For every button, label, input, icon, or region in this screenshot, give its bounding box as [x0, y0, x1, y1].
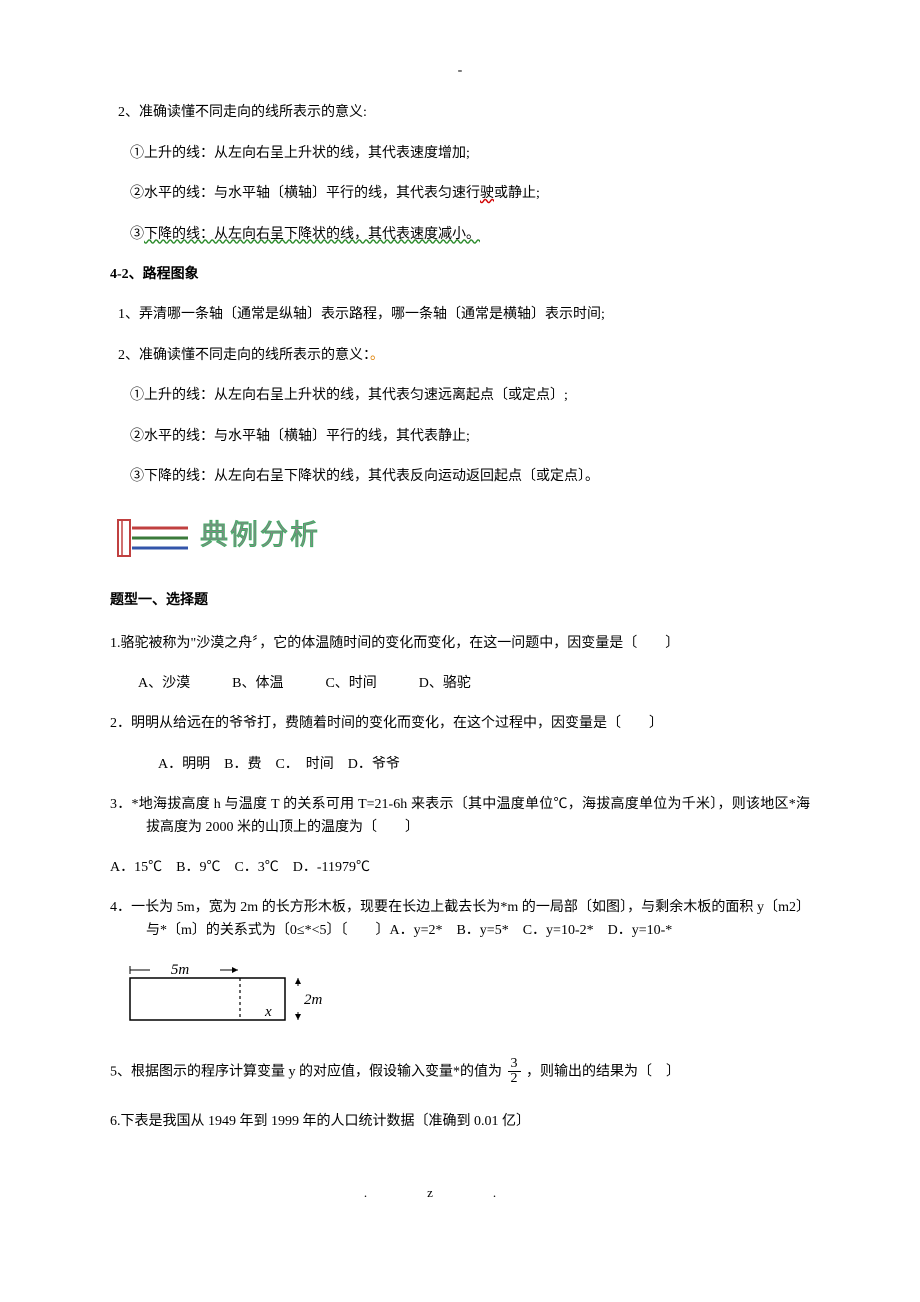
- question-4: 4．一长为 5m，宽为 2m 的长方形木板，现要在长边上截去长为*m 的一局部〔…: [110, 897, 810, 942]
- footer-z: z.: [427, 1185, 556, 1200]
- example-analysis-label: 典例分析: [200, 514, 320, 559]
- intro-sub-3: ③下降的线：从左向右呈下降状的线，其代表速度减小。: [110, 224, 810, 246]
- question-5-stem-a: 5、根据图示的程序计算变量 y 的对应值，假设输入变量*的值为: [110, 1064, 502, 1079]
- question-4-diagram: 5m x 2m: [120, 960, 810, 1038]
- header-dash: -: [110, 60, 810, 82]
- question-5-stem-b: ，则输出的结果为〔 〕: [526, 1064, 680, 1079]
- question-section-title: 题型一、选择题: [110, 590, 810, 612]
- page-footer: .z.: [110, 1183, 810, 1204]
- question-3: 3．*地海拔高度 h 与温度 T 的关系可用 T=21-6h 来表示〔其中温度单…: [110, 794, 810, 839]
- question-3-options: A．15℃ B．9℃ C．3℃ D．-11979℃: [110, 857, 810, 879]
- sec42-line-2a: 2、准确读懂不同走向的线所表示的意义：: [118, 348, 370, 363]
- sec42-line-2: 2、准确读懂不同走向的线所表示的意义：。: [110, 345, 810, 367]
- footer-dot-1: .: [364, 1185, 427, 1200]
- fraction-numerator: 3: [508, 1057, 521, 1073]
- diagram-label-x: x: [264, 1004, 272, 1020]
- diagram-label-2m: 2m: [304, 992, 323, 1008]
- question-5: 5、根据图示的程序计算变量 y 的对应值，假设输入变量*的值为 3 2 ，则输出…: [110, 1057, 810, 1087]
- sec42-line-1: 1、弄清哪一条轴〔通常是纵轴〕表示路程，哪一条轴〔通常是横轴〕表示时间;: [110, 304, 810, 326]
- question-6: 6.下表是我国从 1949 年到 1999 年的人口统计数据〔准确到 0.01 …: [110, 1111, 810, 1133]
- question-2-options: A．明明 B．费 C． 时间 D．爷爷: [158, 754, 810, 776]
- question-1: 1.骆驼被称为"沙漠之舟〞，它的体温随时间的变化而变化，在这一问题中，因变量是〔…: [110, 633, 810, 655]
- intro-sub-3a: ③: [130, 227, 144, 242]
- sec42-sub-3: ③下降的线：从左向右呈下降状的线，其代表反向运动返回起点〔或定点〕。: [110, 466, 810, 488]
- intro-sub-2-wavy: 驶: [480, 186, 494, 201]
- fraction-3-over-2: 3 2: [508, 1057, 521, 1087]
- fraction-denominator: 2: [508, 1072, 521, 1087]
- diagram-label-5m: 5m: [171, 962, 190, 978]
- sec42-sub-2: ②水平的线：与水平轴〔横轴〕平行的线，其代表静止;: [110, 426, 810, 448]
- question-2: 2．明明从给远在的爷爷打，费随着时间的变化而变化，在这个过程中，因变量是〔 〕: [110, 713, 810, 735]
- intro-sub-2c: 或静止;: [494, 186, 540, 201]
- intro-line-2: 2、准确读懂不同走向的线所表示的意义:: [110, 102, 810, 124]
- sec42-line-2-dot: 。: [370, 348, 384, 363]
- section-4-2-title: 4-2、路程图象: [110, 264, 810, 286]
- example-analysis-header: 典例分析: [110, 512, 810, 560]
- intro-sub-3-wavy: 下降的线：从左向右呈下降状的线，其代表速度减小。: [144, 227, 480, 242]
- question-1-options: A、沙漠 B、体温 C、时间 D、骆驼: [138, 673, 810, 695]
- sec42-sub-1: ①上升的线：从左向右呈上升状的线，其代表匀速远离起点〔或定点〕;: [110, 385, 810, 407]
- intro-sub-2: ②水平的线：与水平轴〔横轴〕平行的线，其代表匀速行驶或静止;: [110, 183, 810, 205]
- book-icon: [110, 512, 190, 560]
- intro-sub-1: ①上升的线：从左向右呈上升状的线，其代表速度增加;: [110, 143, 810, 165]
- intro-sub-2a: ②水平的线：与水平轴〔横轴〕平行的线，其代表匀速行: [130, 186, 480, 201]
